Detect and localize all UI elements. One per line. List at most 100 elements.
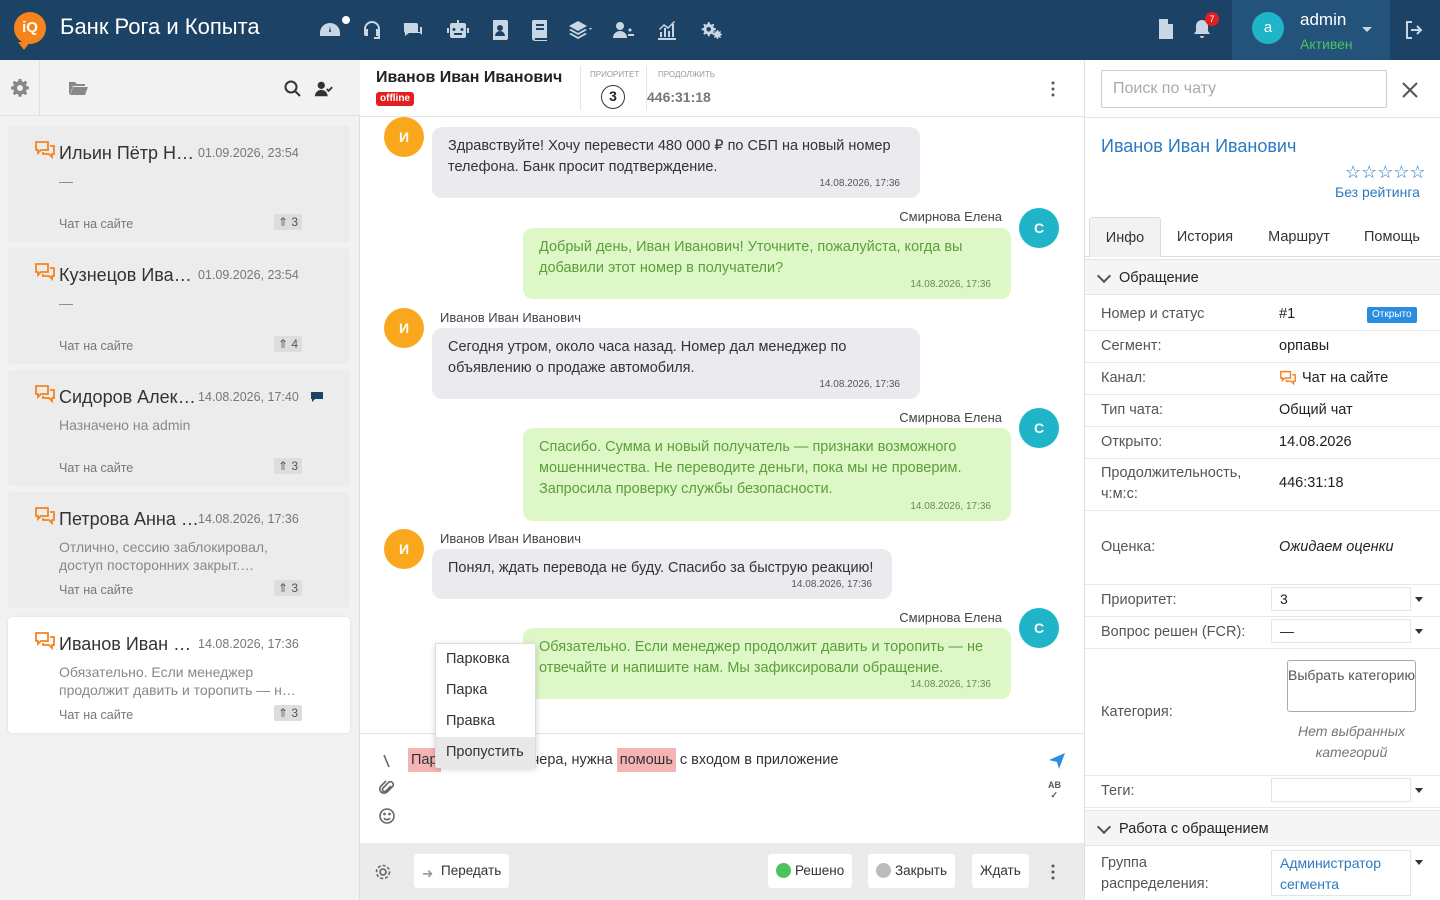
chat-list-item[interactable]: Сидоров Алекс… 14.08.2026, 17:40 Назначено… (8, 370, 350, 486)
send-icon[interactable] (1048, 752, 1066, 770)
row-fcr: Вопрос решен (FCR): — (1085, 617, 1440, 649)
users-icon[interactable] (611, 18, 635, 42)
client-name-link[interactable]: Иванов Иван Иванович (1101, 136, 1296, 157)
field-label: Номер и статус (1101, 306, 1205, 322)
comment-icon (310, 390, 324, 402)
chat-search-input[interactable] (1101, 70, 1387, 108)
slash-command-icon[interactable] (378, 752, 396, 770)
chat-item-priority: ⇑ 3 (274, 458, 303, 474)
message-bubble: Добрый день, Иван Иванович! Уточните, по… (523, 228, 1011, 299)
chat-item-channel: Чат на сайте (59, 217, 134, 231)
field-label: Категория: (1101, 704, 1173, 720)
chevron-down-icon (1415, 597, 1423, 602)
chat-list-item[interactable]: Кузнецов Иван… 01.09.2026, 23:54 — Чат на с… (8, 248, 350, 364)
chat-item-date: 14.08.2026, 17:40 (198, 390, 299, 404)
row-duration: Продолжительность, ч:м:с: 446:31:18 (1085, 459, 1440, 511)
paperclip-icon[interactable] (378, 779, 396, 797)
message-text: Сегодня утром, около часа назад. Номер д… (448, 339, 847, 376)
chat-list-settings-button[interactable] (0, 60, 40, 116)
resolved-button[interactable]: Решено (768, 854, 853, 888)
folder-icon[interactable] (68, 78, 88, 98)
chat-list-item[interactable]: Иванов Иван И… 14.08.2026, 17:36 Обязатель… (8, 617, 350, 733)
wait-button[interactable]: Ждать (972, 854, 1029, 888)
layers-icon[interactable] (568, 18, 592, 42)
contacts-icon[interactable] (488, 18, 512, 42)
chat-actions-bar: ➜ Передать Решено Закрыть Ждать (360, 843, 1084, 900)
chats-icon[interactable] (401, 18, 425, 42)
chat-channel-icon (1279, 370, 1297, 386)
assign-user-icon[interactable] (314, 79, 334, 99)
chat-item-priority: ⇑ 3 (274, 705, 303, 721)
message-bubble: Обязательно. Если менеджер продолжит дав… (523, 628, 1011, 699)
row-group: Группа распределения: Администратор сегм… (1085, 848, 1440, 900)
chat-list-item[interactable]: Петрова Анна … 14.08.2026, 17:36 Отлично, … (8, 492, 350, 608)
message-avatar: С (1019, 608, 1059, 648)
close-icon[interactable] (1399, 79, 1421, 101)
chat-item-preview: Назначено на admin (59, 417, 191, 433)
user-status: Активен (1300, 36, 1353, 52)
logout-icon[interactable] (1403, 19, 1425, 41)
fcr-select[interactable]: — (1271, 619, 1411, 643)
spell-suggestion[interactable]: Парковка (436, 644, 535, 675)
section-appeal-header[interactable]: Обращение (1085, 259, 1440, 295)
spell-skip[interactable]: Пропустить (436, 737, 535, 768)
field-label: Теги: (1101, 783, 1135, 799)
gear-icon (10, 78, 30, 98)
search-icon[interactable] (283, 79, 303, 99)
message-time: 14.08.2026, 17:36 (910, 679, 991, 690)
select-category-button[interactable]: Выбрать категорию (1287, 660, 1416, 712)
settings-icon[interactable] (700, 18, 724, 42)
rating-stars[interactable]: ☆☆☆☆☆ (1345, 162, 1426, 183)
tags-select[interactable] (1271, 778, 1411, 802)
chat-item-date: 14.08.2026, 17:36 (198, 637, 299, 651)
client-info-panel: Иванов Иван Иванович ☆☆☆☆☆ Без рейтинга … (1084, 60, 1440, 900)
dashboard-icon[interactable] (318, 18, 342, 42)
message-text: Здравствуйте! Хочу перевести 480 000 ₽ п… (448, 138, 891, 175)
field-label: Приоритет: (1101, 592, 1177, 608)
stats-icon[interactable] (655, 18, 679, 42)
tab-route[interactable]: Маршрут (1257, 217, 1341, 257)
chat-list-item[interactable]: Ильин Пётр Ни… 01.09.2026, 23:54 — Чат на с… (8, 126, 350, 242)
chat-channel-icon (34, 140, 56, 160)
message-bubble: Сегодня утром, около часа назад. Номер д… (432, 328, 920, 399)
notifications-badge: 7 (1205, 12, 1219, 26)
chat-item-date: 14.08.2026, 17:36 (198, 512, 299, 526)
close-chat-button[interactable]: Закрыть (868, 854, 955, 888)
robot-icon[interactable] (446, 18, 470, 42)
more-vertical-icon[interactable] (1050, 80, 1056, 98)
message-avatar: И (384, 529, 424, 569)
headset-icon[interactable] (360, 18, 384, 42)
document-icon[interactable] (1156, 18, 1176, 40)
app-logo[interactable]: iQ (14, 12, 46, 50)
misspelled-word[interactable]: помошь (616, 748, 676, 772)
chat-client-name: Иванов Иван Иванович (376, 69, 563, 86)
row-tags: Теги: (1085, 776, 1440, 808)
message-time: 14.08.2026, 17:36 (910, 501, 991, 512)
priority-label: приоритет (590, 70, 640, 79)
tab-info[interactable]: Инфо (1089, 217, 1161, 257)
transfer-button[interactable]: ➜ Передать (414, 854, 510, 888)
tab-help[interactable]: Помощь (1355, 217, 1429, 257)
chat-item-date: 01.09.2026, 23:54 (198, 268, 299, 282)
spell-suggestion[interactable]: Правка (436, 706, 535, 737)
emoji-icon[interactable] (378, 807, 396, 825)
book-icon[interactable] (528, 18, 552, 42)
group-select[interactable]: Администратор сегмента (1271, 850, 1411, 896)
gear-icon[interactable] (374, 863, 392, 881)
priority-select[interactable]: 3 (1271, 587, 1411, 611)
tab-history[interactable]: История (1169, 217, 1241, 257)
chat-header: Иванов Иван Иванович offline приоритет 3… (360, 60, 1084, 117)
more-vertical-icon[interactable] (1050, 863, 1056, 881)
spellcheck-icon[interactable]: AB ✓ (1048, 780, 1061, 801)
duration-value: 446:31:18 (647, 89, 711, 105)
field-value: Ожидаем оценки (1279, 539, 1394, 555)
message-avatar: С (1019, 408, 1059, 448)
field-label: Канал: (1101, 370, 1147, 386)
chat-item-name: Ильин Пётр Ни… (59, 143, 199, 163)
field-value: 446:31:18 (1279, 475, 1344, 491)
section-work-header[interactable]: Работа с обращением (1085, 810, 1440, 846)
row-rating: Оценка: Ожидаем оценки (1085, 511, 1440, 585)
no-categories-label: Нет выбранных категорий (1297, 723, 1406, 760)
spell-suggestion[interactable]: Парка (436, 675, 535, 706)
user-menu[interactable]: a admin Активен (1232, 0, 1390, 60)
